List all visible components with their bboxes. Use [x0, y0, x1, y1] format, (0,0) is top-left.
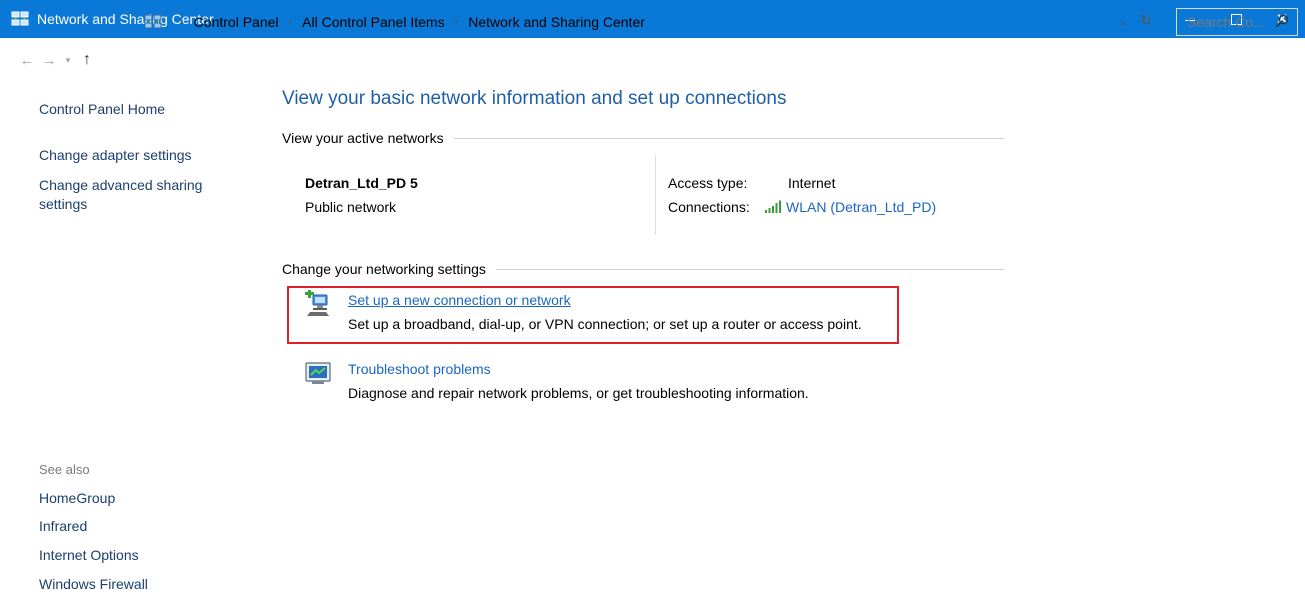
troubleshoot-task[interactable]: Troubleshoot problems Diagnose and repai…	[304, 361, 809, 401]
search-input[interactable]: Search Co...	[1176, 8, 1298, 36]
section-divider	[495, 268, 1005, 270]
troubleshoot-icon	[305, 362, 331, 384]
network-center-icon	[11, 11, 29, 26]
control-panel-home-link[interactable]: Control Panel Home	[39, 101, 165, 117]
active-networks-header: View your active networks	[282, 130, 1005, 146]
network-name: Detran_Ltd_PD 5	[305, 175, 418, 191]
search-icon[interactable]	[1275, 14, 1289, 28]
forward-button[interactable]: →	[38, 52, 60, 69]
breadcrumb: › Control Panel › All Control Panel Item…	[144, 12, 645, 32]
search-placeholder: Search Co...	[1187, 14, 1265, 30]
back-button[interactable]: ←	[16, 52, 38, 69]
change-settings-header: Change your networking settings	[282, 261, 1005, 277]
breadcrumb-control-panel[interactable]: Control Panel	[194, 14, 279, 30]
breadcrumb-all-items[interactable]: All Control Panel Items	[302, 14, 444, 30]
address-actions: ⌄ ↻	[1118, 12, 1152, 29]
troubleshoot-link[interactable]: Troubleshoot problems	[348, 361, 809, 377]
wlan-connection-link[interactable]: WLAN (Detran_Ltd_PD)	[764, 199, 936, 215]
wlan-connection-label[interactable]: WLAN (Detran_Ltd_PD)	[786, 199, 936, 215]
infrared-link[interactable]: Infrared	[39, 518, 87, 534]
up-button[interactable]: ↑	[76, 51, 98, 69]
change-advanced-sharing-link[interactable]: Change advanced sharing settings	[39, 176, 239, 214]
highlight-box	[287, 286, 899, 344]
active-networks-header-label: View your active networks	[282, 130, 444, 146]
section-divider	[453, 137, 1005, 139]
breadcrumb-separator-icon[interactable]: ›	[455, 16, 459, 28]
wifi-signal-icon	[765, 200, 781, 213]
network-center-icon	[144, 14, 162, 29]
change-settings-header-label: Change your networking settings	[282, 261, 486, 277]
network-type-link[interactable]: Public network	[305, 199, 396, 215]
internet-options-link[interactable]: Internet Options	[39, 547, 139, 563]
breadcrumb-network-center[interactable]: Network and Sharing Center	[468, 14, 645, 30]
address-bar-row: ← → ▾ ↑	[0, 38, 1305, 82]
connections-label: Connections:	[668, 199, 750, 215]
address-dropdown-icon[interactable]: ⌄	[1118, 14, 1128, 28]
breadcrumb-separator-icon[interactable]: ›	[180, 16, 184, 28]
see-also-label: See also	[39, 462, 90, 477]
homegroup-link[interactable]: HomeGroup	[39, 490, 115, 506]
recent-locations-button[interactable]: ▾	[60, 55, 76, 66]
windows-firewall-link[interactable]: Windows Firewall	[39, 576, 148, 592]
breadcrumb-separator-icon[interactable]: ›	[289, 16, 293, 28]
refresh-icon[interactable]: ↻	[1140, 12, 1152, 29]
access-type-value: Internet	[788, 175, 836, 191]
page-title: View your basic network information and …	[282, 88, 787, 109]
change-adapter-settings-link[interactable]: Change adapter settings	[39, 147, 192, 163]
troubleshoot-description: Diagnose and repair network problems, or…	[348, 385, 809, 401]
access-type-label: Access type:	[668, 175, 748, 191]
network-divider	[655, 155, 656, 235]
